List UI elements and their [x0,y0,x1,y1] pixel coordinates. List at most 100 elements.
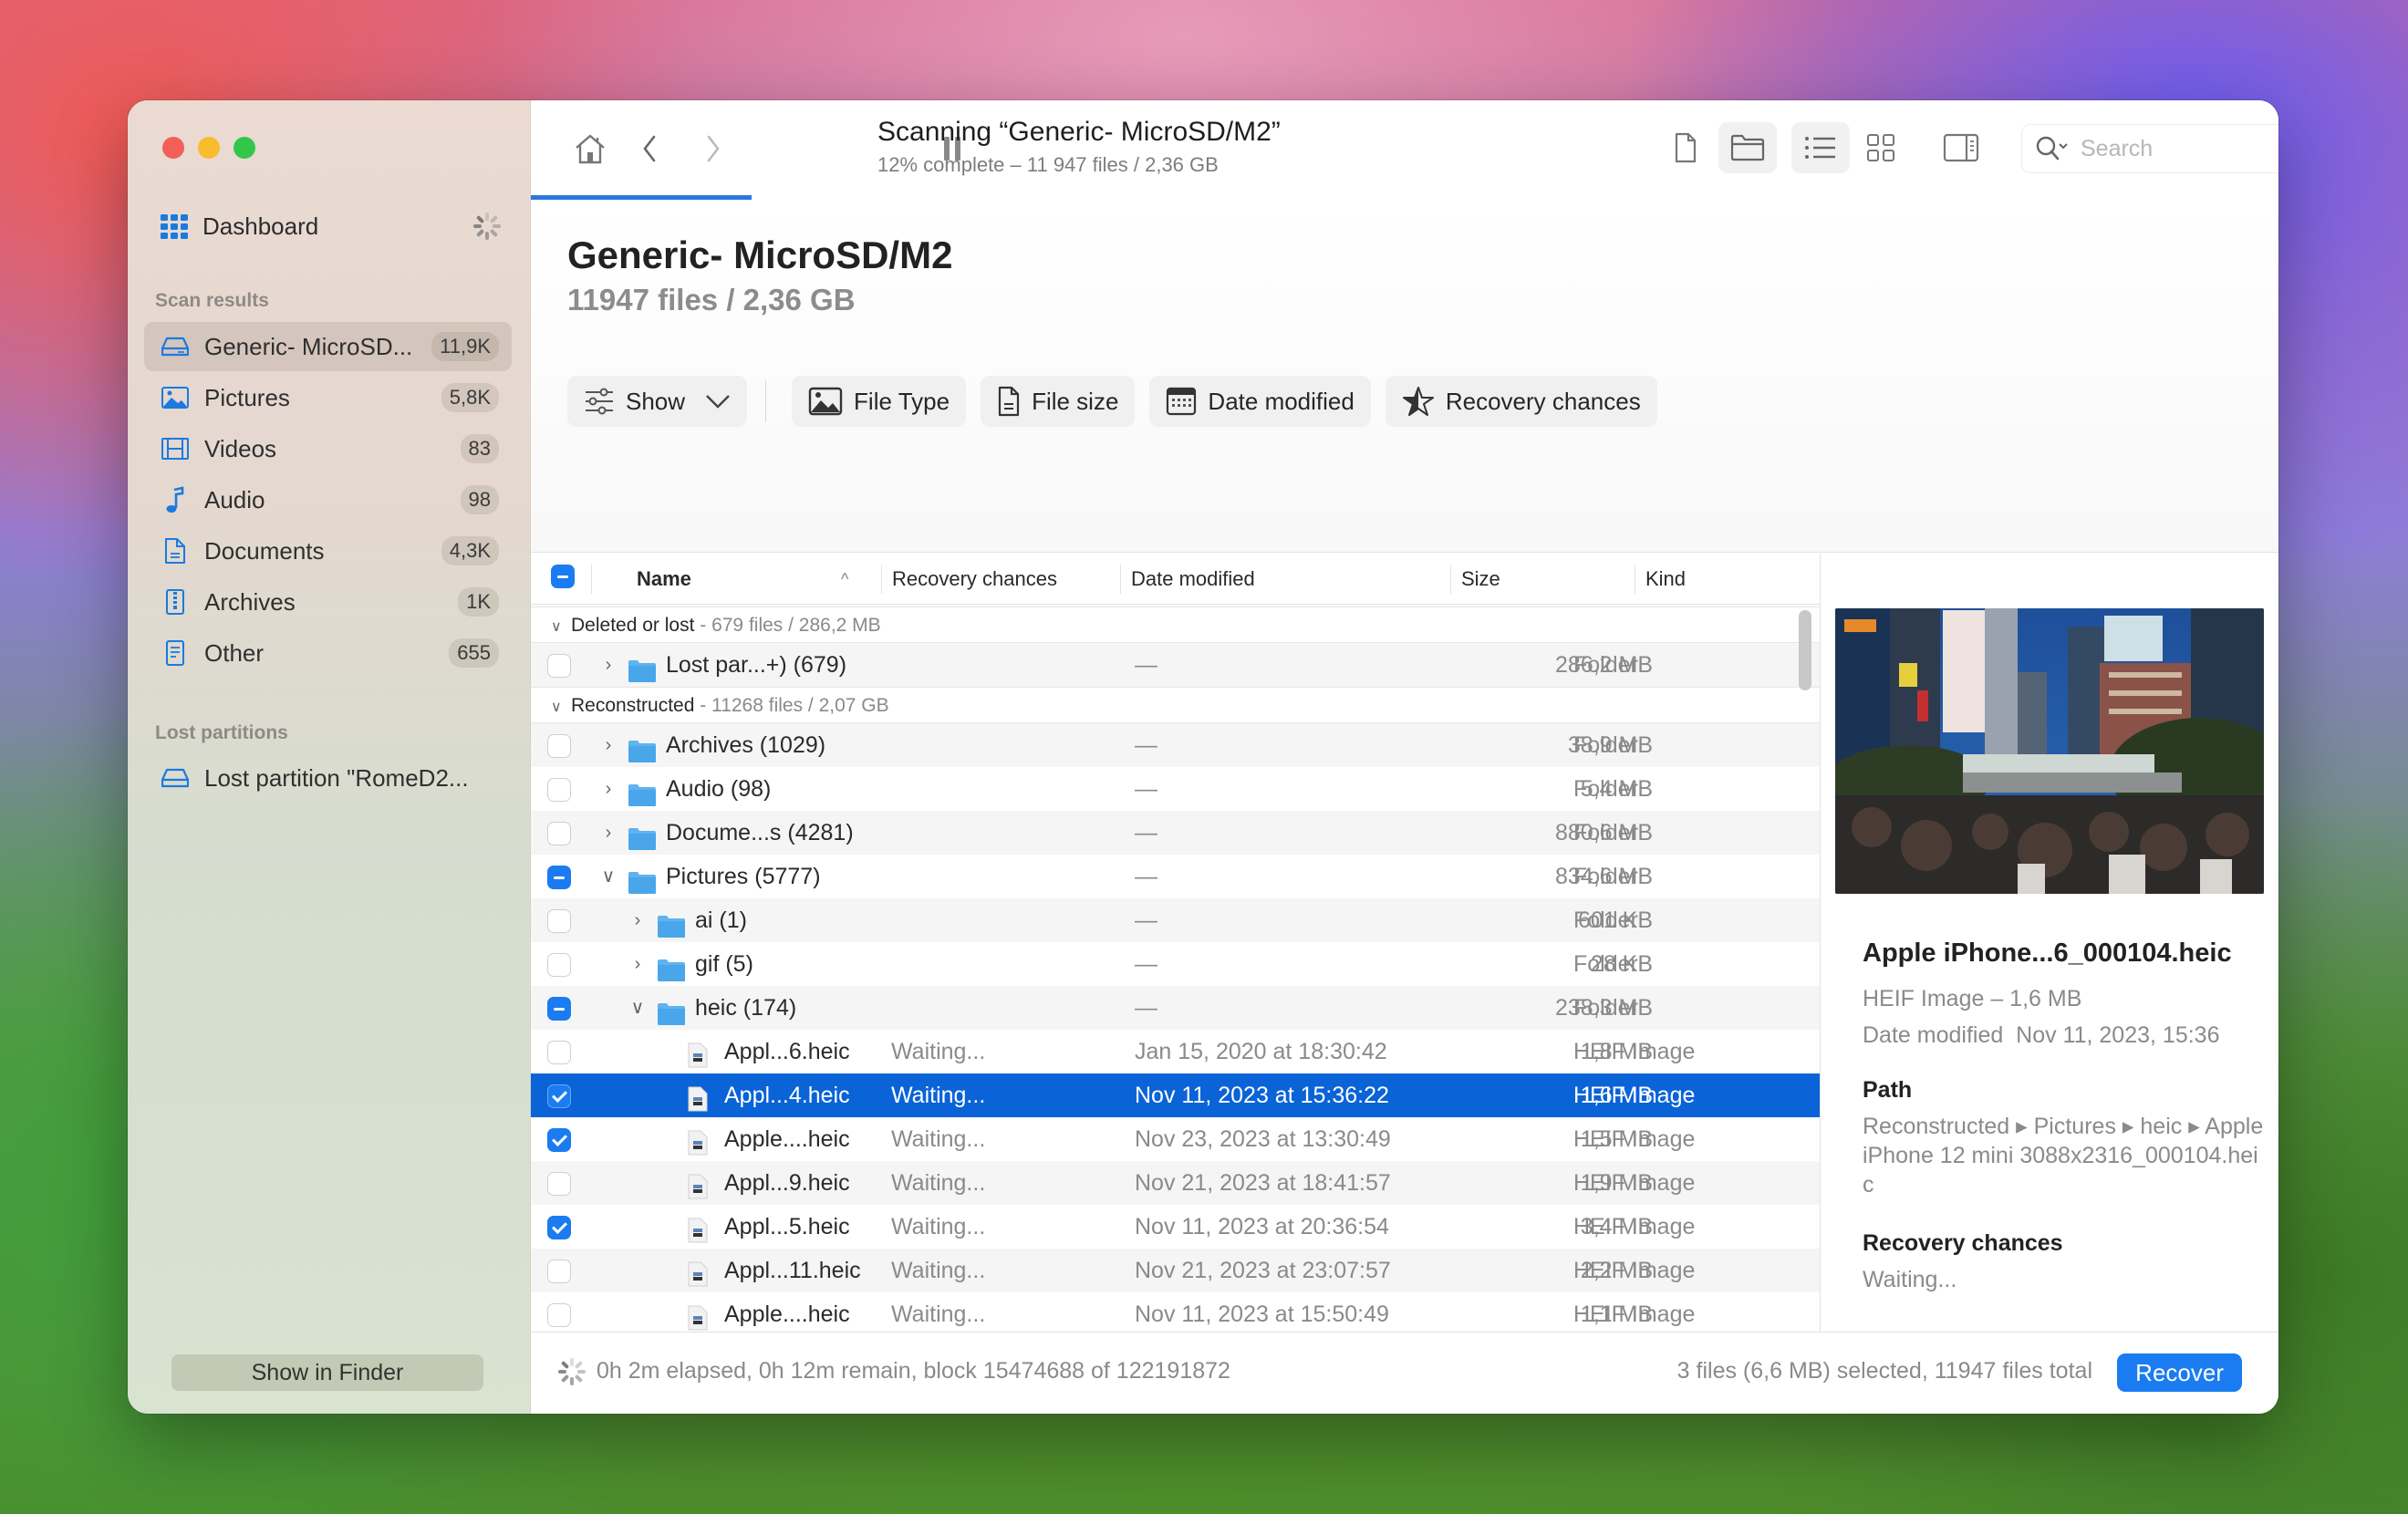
chevron-right-icon[interactable]: › [628,898,647,942]
row-checkbox[interactable] [547,953,571,977]
row-checkbox[interactable] [547,909,571,933]
file-row[interactable]: Appl...4.heic Waiting... Nov 11, 2023 at 1… [531,1073,1820,1117]
file-row[interactable]: Appl...5.heic Waiting... Nov 11, 2023 at 2… [531,1205,1820,1249]
show-filter-label: Show [626,387,686,415]
sidebar-item-dashboard[interactable]: Dashboard [161,206,503,246]
forward-button[interactable] [695,126,732,171]
file-type-filter-button[interactable]: File Type [792,376,967,427]
folder-row[interactable]: › gif (5) —28 KB Folder [531,942,1820,986]
sidebar-item-other[interactable]: Other 655 [144,628,512,678]
maximize-window-button[interactable] [234,137,255,159]
list-view-button[interactable] [1791,122,1850,173]
sidebar-item-lost-partition[interactable]: Lost partition "RomeD2... [144,753,512,803]
row-checkbox[interactable] [547,822,571,845]
row-kind: Folder [1573,820,1638,845]
search-icon [2036,136,2068,161]
chevron-right-icon[interactable]: › [599,811,618,855]
folder-row[interactable]: ∨ Pictures (5777) —834,6 MB Folder [531,855,1820,898]
recover-button[interactable]: Recover [2117,1353,2242,1392]
sidebar-item-videos[interactable]: Videos 83 [144,424,512,473]
home-button[interactable] [567,126,613,171]
minimize-window-button[interactable] [198,137,220,159]
row-checkbox[interactable] [547,1216,571,1239]
heic-file-icon [688,1301,708,1331]
row-kind: Folder [1573,732,1638,758]
folder-icon [628,734,657,762]
grid-view-button[interactable] [1852,122,1910,173]
main-panel: Scanning “Generic- MicroSD/M2” 12% compl… [531,100,2278,1414]
search-field[interactable] [2021,124,2278,173]
show-in-finder-button[interactable]: Show in Finder [171,1354,483,1391]
group-meta: - 11268 files / 2,07 GB [694,695,889,716]
row-name: gif (5) [695,951,753,977]
heic-file-icon [688,1083,708,1112]
folder-row[interactable]: ∨ heic (174) —238,3 MB Folder [531,986,1820,1030]
sidebar-item-count: 98 [460,485,499,514]
sidebar-item-documents[interactable]: Documents 4,3K [144,526,512,576]
row-checkbox[interactable] [547,1260,571,1283]
sidebar-item-count: 1K [458,587,499,617]
preview-image [1835,608,2264,894]
select-all-checkbox[interactable] [551,565,575,588]
toggle-preview-button[interactable] [1932,122,1990,173]
file-row[interactable]: Apple....heic Waiting... Nov 11, 2023 at 1… [531,1292,1820,1336]
file-row[interactable]: Apple....heic Waiting... Nov 23, 2023 at 1… [531,1117,1820,1161]
column-header-name[interactable]: Name [637,554,691,605]
show-filter-button[interactable]: Show [567,376,748,427]
row-checkbox[interactable] [547,778,571,802]
file-size-filter-label: File size [1032,387,1119,415]
scan-progress-text: 12% complete – 11 947 files / 2,36 GB [877,153,1219,176]
folder-row[interactable]: › Lost par...+) (679) —286,2 MB Folder [531,643,1820,687]
row-checkbox[interactable] [547,734,571,758]
file-row[interactable]: Appl...11.heic Waiting... Nov 21, 2023 at … [531,1249,1820,1292]
close-window-button[interactable] [162,137,184,159]
file-view-button[interactable] [1656,122,1715,173]
column-header-date[interactable]: Date modified [1131,554,1255,605]
group-header[interactable]: ∨ Reconstructed - 11268 files / 2,07 GB [531,687,1820,723]
sidebar-item-archives[interactable]: Archives 1K [144,577,512,627]
chevron-down-icon[interactable]: ∨ [599,855,618,898]
chevron-right-icon[interactable]: › [599,767,618,811]
row-recovery-chances: Waiting... [891,1170,986,1196]
column-header-size[interactable]: Size [1461,554,1500,605]
column-header-recovery[interactable]: Recovery chances [892,554,1057,605]
row-kind: Folder [1573,864,1638,889]
row-kind: Folder [1573,652,1638,678]
row-checkbox[interactable] [547,1041,571,1064]
table-scrollbar[interactable] [1799,610,1811,690]
row-checkbox[interactable] [547,654,571,678]
recovery-chances-filter-button[interactable]: Recovery chances [1385,376,1657,427]
chevron-down-icon[interactable]: ∨ [628,986,647,1030]
file-size-filter-button[interactable]: File size [981,376,1136,427]
row-kind: Folder [1573,776,1638,802]
row-checkbox[interactable] [547,1303,571,1327]
folder-row[interactable]: › ai (1) —601 KB Folder [531,898,1820,942]
row-checkbox[interactable] [547,997,571,1021]
sidebar-item-count: 655 [449,638,499,668]
column-header-kind[interactable]: Kind [1645,554,1686,605]
folder-row[interactable]: › Audio (98) —5,4 MB Folder [531,767,1820,811]
sidebar-item-audio[interactable]: Audio 98 [144,475,512,524]
page-title: Generic- MicroSD/M2 [567,233,953,276]
row-checkbox[interactable] [547,1128,571,1152]
back-button[interactable] [631,126,668,171]
row-checkbox[interactable] [547,1172,571,1196]
folder-row[interactable]: › Docume...s (4281) —880,6 MB Folder [531,811,1820,855]
heic-file-icon [688,1258,708,1287]
row-checkbox[interactable] [547,866,571,889]
preview-path-value: Reconstructed ▸ Pictures ▸ heic ▸ Apple … [1863,1114,2264,1198]
chevron-right-icon[interactable]: › [599,723,618,767]
page-subtitle: 11947 files / 2,36 GB [567,283,856,316]
chevron-right-icon[interactable]: › [599,643,618,687]
folder-row[interactable]: › Archives (1029) —38,9 MB Folder [531,723,1820,767]
row-checkbox[interactable] [547,1084,571,1108]
sidebar-item-generic-microsd[interactable]: Generic- MicroSD... 11,9K [144,322,512,371]
chevron-right-icon[interactable]: › [628,942,647,986]
sidebar-item-pictures[interactable]: Pictures 5,8K [144,373,512,422]
file-row[interactable]: Appl...9.heic Waiting... Nov 21, 2023 at 1… [531,1161,1820,1205]
folder-view-button[interactable] [1718,122,1777,173]
group-header[interactable]: ∨ Deleted or lost - 679 files / 286,2 MB [531,607,1820,643]
search-input[interactable] [2081,135,2278,162]
file-row[interactable]: Appl...6.heic Waiting... Jan 15, 2020 at 1… [531,1030,1820,1073]
date-modified-filter-button[interactable]: Date modified [1149,376,1371,427]
